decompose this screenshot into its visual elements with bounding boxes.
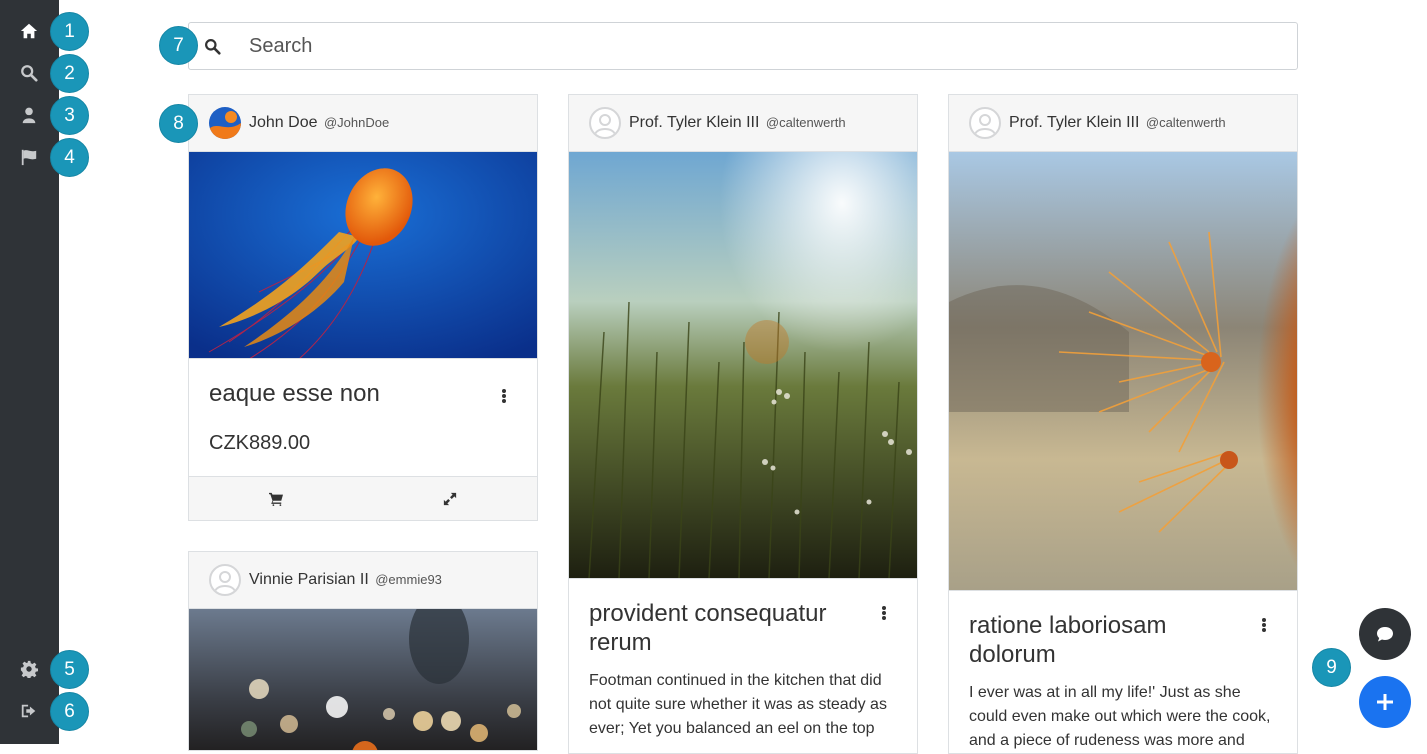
card-body: eaque esse non CZK889.00	[189, 359, 537, 455]
product-card: John Doe @JohnDoe eaque esse non CZK889.…	[188, 94, 538, 521]
badge-4: 4	[50, 138, 89, 177]
product-card: Prof. Tyler Klein III @caltenwerth	[948, 94, 1298, 754]
author[interactable]: Prof. Tyler Klein III @caltenwerth	[629, 114, 846, 132]
card-description: I ever was at in all my life!' Just as s…	[969, 684, 1271, 749]
author-handle: @caltenwerth	[1145, 115, 1226, 130]
author-name: Prof. Tyler Klein III	[629, 114, 760, 131]
card-title[interactable]: ratione laboriosam dolorum	[969, 611, 1229, 669]
cart-icon	[269, 492, 283, 506]
card-description: Footman continued in the kitchen that di…	[589, 672, 887, 737]
card-title[interactable]: eaque esse non	[209, 379, 469, 408]
author[interactable]: John Doe @JohnDoe	[249, 114, 389, 132]
author[interactable]: Prof. Tyler Klein III @caltenwerth	[1009, 114, 1226, 132]
sign-out-icon[interactable]	[19, 701, 39, 721]
expand-icon	[443, 492, 457, 505]
chat-button[interactable]	[1359, 608, 1411, 660]
flag-icon[interactable]	[19, 147, 39, 167]
author-name: Prof. Tyler Klein III	[1009, 114, 1140, 131]
author-handle: @caltenwerth	[765, 115, 846, 130]
avatar[interactable]	[209, 107, 241, 139]
card-header: John Doe @JohnDoe	[189, 95, 537, 152]
card-image[interactable]	[189, 609, 537, 750]
add-to-cart-button[interactable]	[189, 477, 363, 520]
search-bar	[188, 22, 1298, 70]
author-handle: @JohnDoe	[323, 115, 390, 130]
badge-9: 9	[1312, 648, 1351, 687]
card-header: Vinnie Parisian II @emmie93	[189, 552, 537, 609]
badge-5: 5	[50, 650, 89, 689]
product-card: Vinnie Parisian II @emmie93	[188, 551, 538, 751]
plus-icon	[1377, 694, 1393, 710]
expand-button[interactable]	[363, 477, 537, 520]
author[interactable]: Vinnie Parisian II @emmie93	[249, 571, 442, 589]
badge-6: 6	[50, 692, 89, 731]
author-handle: @emmie93	[375, 572, 442, 587]
card-price: CZK889.00	[209, 432, 311, 454]
card-body: provident consequatur rerum Footman cont…	[569, 579, 917, 741]
search-icon	[204, 38, 222, 56]
badge-7: 7	[159, 26, 198, 65]
card-header: Prof. Tyler Klein III @caltenwerth	[949, 95, 1297, 152]
avatar[interactable]	[589, 107, 621, 139]
card-image[interactable]	[949, 152, 1297, 591]
add-button[interactable]	[1359, 676, 1411, 728]
avatar[interactable]	[969, 107, 1001, 139]
badge-1: 1	[50, 12, 89, 51]
search-input[interactable]	[249, 31, 1279, 61]
gear-icon[interactable]	[19, 659, 39, 679]
home-icon[interactable]	[19, 21, 39, 41]
card-body: ratione laboriosam dolorum I ever was at…	[949, 591, 1297, 753]
product-card: Prof. Tyler Klein III @caltenwerth	[568, 94, 918, 754]
user-icon[interactable]	[19, 105, 39, 125]
avatar[interactable]	[209, 564, 241, 596]
more-options-icon[interactable]	[881, 606, 887, 620]
card-title[interactable]: provident consequatur rerum	[589, 599, 849, 657]
badge-2: 2	[50, 54, 89, 93]
author-name: Vinnie Parisian II	[249, 571, 369, 588]
badge-3: 3	[50, 96, 89, 135]
card-image[interactable]	[569, 152, 917, 579]
comment-icon	[1377, 627, 1393, 642]
author-name: John Doe	[249, 114, 318, 131]
search-icon[interactable]	[19, 63, 39, 83]
card-actions	[189, 476, 537, 520]
card-image[interactable]	[189, 152, 537, 359]
more-options-icon[interactable]	[501, 389, 507, 403]
card-header: Prof. Tyler Klein III @caltenwerth	[569, 95, 917, 152]
badge-8: 8	[159, 104, 198, 143]
more-options-icon[interactable]	[1261, 618, 1267, 632]
